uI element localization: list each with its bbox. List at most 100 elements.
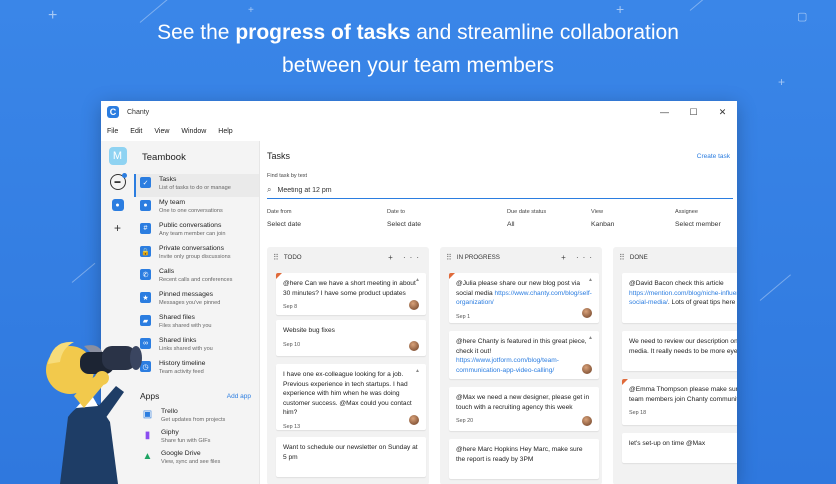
assignee-avatar[interactable] [582, 364, 592, 374]
drag-handle-icon[interactable]: ⠿ [273, 253, 279, 262]
sidebar-item-label: Shared files [159, 314, 195, 321]
search-input[interactable] [277, 186, 678, 194]
headline-text: and streamline collaboration [410, 21, 679, 44]
sidebar-item-calls[interactable]: ✆ Calls Recent calls and conferences [134, 266, 259, 289]
task-card[interactable]: Website bug fixes Sep 10 [276, 320, 426, 356]
sidebar-item-pinned-messages[interactable]: ★ Pinned messages Messages you've pinned [134, 289, 259, 312]
filter-value[interactable]: Kanban [591, 221, 614, 228]
app-item-google-drive[interactable]: ▲ Google Drive View, sync and see files [134, 447, 259, 468]
priority-arrow-icon: ▲ [588, 335, 593, 341]
sparkle-decoration: + [616, 1, 625, 17]
sidebar-item-history-timeline[interactable]: ◷ History timeline Team activity feed [134, 358, 259, 381]
filter-view[interactable]: View Kanban [591, 209, 614, 228]
filter-value[interactable]: Select date [267, 221, 301, 228]
sidebar-item-text: Private conversations Invite only group d… [159, 245, 231, 261]
filter-label: Assignee [675, 209, 699, 215]
app-item-description: Get updates from projects [161, 417, 226, 423]
sidebar-item-shared-files[interactable]: ▰ Shared files Files shared with you [134, 312, 259, 335]
teambook-icon[interactable]: ● [111, 199, 124, 211]
drag-handle-icon[interactable]: ⠿ [446, 253, 452, 262]
menu-view[interactable]: View [154, 128, 169, 135]
menu-help[interactable]: Help [218, 128, 232, 135]
app-item-giphy[interactable]: ▮ Giphy Share fun with GIFs [134, 426, 259, 447]
app-list: ▣ Trello Get updates from projects ▮ Giphy Sh… [134, 405, 259, 468]
column-actions-icon[interactable]: + ··· [388, 253, 423, 262]
column-title: IN PROGRESS [456, 253, 500, 261]
menu-file[interactable]: File [107, 128, 118, 135]
assignee-avatar[interactable] [409, 300, 419, 310]
task-due-date: Sep 13 [283, 423, 301, 430]
headline-line-1: See the progress of tasks and streamline… [0, 16, 836, 49]
task-card[interactable]: @here Chanty is featured in this great p… [449, 331, 599, 379]
team-avatar[interactable]: M [108, 147, 127, 165]
title-bar: C Chanty — ☐ ✕ [101, 101, 737, 123]
task-card[interactable]: Want to schedule our newsletter on Sunda… [276, 437, 426, 477]
sidebar-item-text: Public conversations Any team member can … [159, 222, 226, 238]
menu-edit[interactable]: Edit [130, 128, 142, 135]
close-button[interactable]: ✕ [708, 107, 737, 118]
minimize-button[interactable]: — [650, 107, 679, 118]
task-card[interactable]: @Max we need a new designer, please get … [449, 387, 599, 431]
assignee-avatar[interactable] [582, 416, 592, 426]
filter-value[interactable]: Select member [675, 221, 721, 228]
maximize-button[interactable]: ☐ [679, 107, 708, 118]
filter-value[interactable]: Select date [387, 221, 421, 228]
column-header: ⠿ DONE [613, 247, 737, 267]
sidebar-item-label: Public conversations [159, 222, 222, 229]
sidebar-item-description: One to one conversations [159, 208, 223, 214]
filter-date-to[interactable]: Date to Select date [387, 209, 421, 228]
sidebar-item-tasks[interactable]: ✓ Tasks List of tasks to do or manage [134, 174, 259, 197]
add-icon[interactable]: + [110, 220, 126, 236]
app-item-text: Trello Get updates from projects [161, 408, 225, 424]
filter-due-date-status[interactable]: Due date status All [507, 209, 546, 228]
filter-date-from[interactable]: Date from Select date [267, 209, 301, 228]
phone-icon: ✆ [140, 269, 151, 280]
task-card[interactable]: @here Can we have a short meeting in abo… [276, 273, 426, 315]
chat-icon[interactable]: ▬ [109, 173, 127, 190]
search-field: ⌕ [267, 182, 733, 199]
assignee-avatar[interactable] [409, 415, 419, 425]
task-card[interactable]: let's set-up on time @Max [622, 433, 737, 463]
sidebar-item-public-conversations[interactable]: # Public conversations Any team member can… [134, 220, 259, 243]
add-app-link[interactable]: Add app [227, 393, 251, 400]
task-card-text: We need to review our description on soc… [629, 337, 737, 356]
sidebar-item-shared-links[interactable]: ∞ Shared links Links shared with you [134, 335, 259, 358]
task-card[interactable]: @Emma Thompson please make sure all new … [622, 379, 737, 425]
app-item-trello[interactable]: ▣ Trello Get updates from projects [134, 405, 259, 426]
sidebar-item-private-conversations[interactable]: 🔒 Private conversations Invite only group … [134, 243, 259, 266]
column-actions-icon[interactable]: + ··· [561, 253, 596, 262]
task-due-date: Sep 1 [456, 313, 471, 320]
task-text: . Lots of great tips here [667, 299, 736, 306]
sidebar-item-label: Pinned messages [159, 291, 214, 298]
sidebar-item-label: Private conversations [159, 245, 224, 252]
filter-value[interactable]: All [507, 221, 546, 228]
task-card[interactable]: We need to review our description on soc… [622, 331, 737, 371]
sidebar-item-description: Team activity feed [159, 369, 204, 375]
filter-assignee[interactable]: Assignee Select member [675, 209, 721, 228]
column-title: DONE [629, 253, 648, 261]
assignee-avatar[interactable] [582, 308, 592, 318]
task-card[interactable]: I have one ex-colleague looking for a jo… [276, 364, 426, 430]
task-link[interactable]: https://www.jotform.com/blog/team-commun… [456, 357, 559, 374]
window-title: Chanty [127, 108, 150, 116]
task-text: @Max we need a new designer, please get … [456, 394, 590, 411]
menu-window[interactable]: Window [181, 128, 206, 135]
create-task-button[interactable]: Create task [697, 153, 730, 160]
column-title: TODO [283, 253, 302, 261]
drag-handle-icon[interactable]: ⠿ [619, 253, 625, 262]
sidebar-item-description: Files shared with you [159, 323, 212, 329]
filter-label: Date from [267, 209, 292, 215]
task-card[interactable]: @Julia please share our new blog post vi… [449, 273, 599, 323]
app-item-label: Giphy [161, 429, 179, 436]
task-card[interactable]: @here Marc Hopkins Hey Marc, make sure t… [449, 439, 599, 479]
app-item-text: Giphy Share fun with GIFs [161, 429, 210, 445]
tasks-main: Tasks Create task Find task by text ⌕ Da… [260, 141, 737, 484]
sidebar-item-text: Shared files Files shared with you [159, 314, 212, 330]
menu-bar: File Edit View Window Help [101, 123, 737, 139]
task-card-text: @here Chanty is featured in this great p… [456, 337, 592, 375]
assignee-avatar[interactable] [409, 341, 419, 351]
task-card[interactable]: @David Bacon check this article https://… [622, 273, 737, 323]
sidebar-item-description: Links shared with you [159, 346, 213, 352]
sidebar-item-my-team[interactable]: ● My team One to one conversations [134, 197, 259, 220]
sidebar-item-text: Shared links Links shared with you [159, 337, 213, 353]
